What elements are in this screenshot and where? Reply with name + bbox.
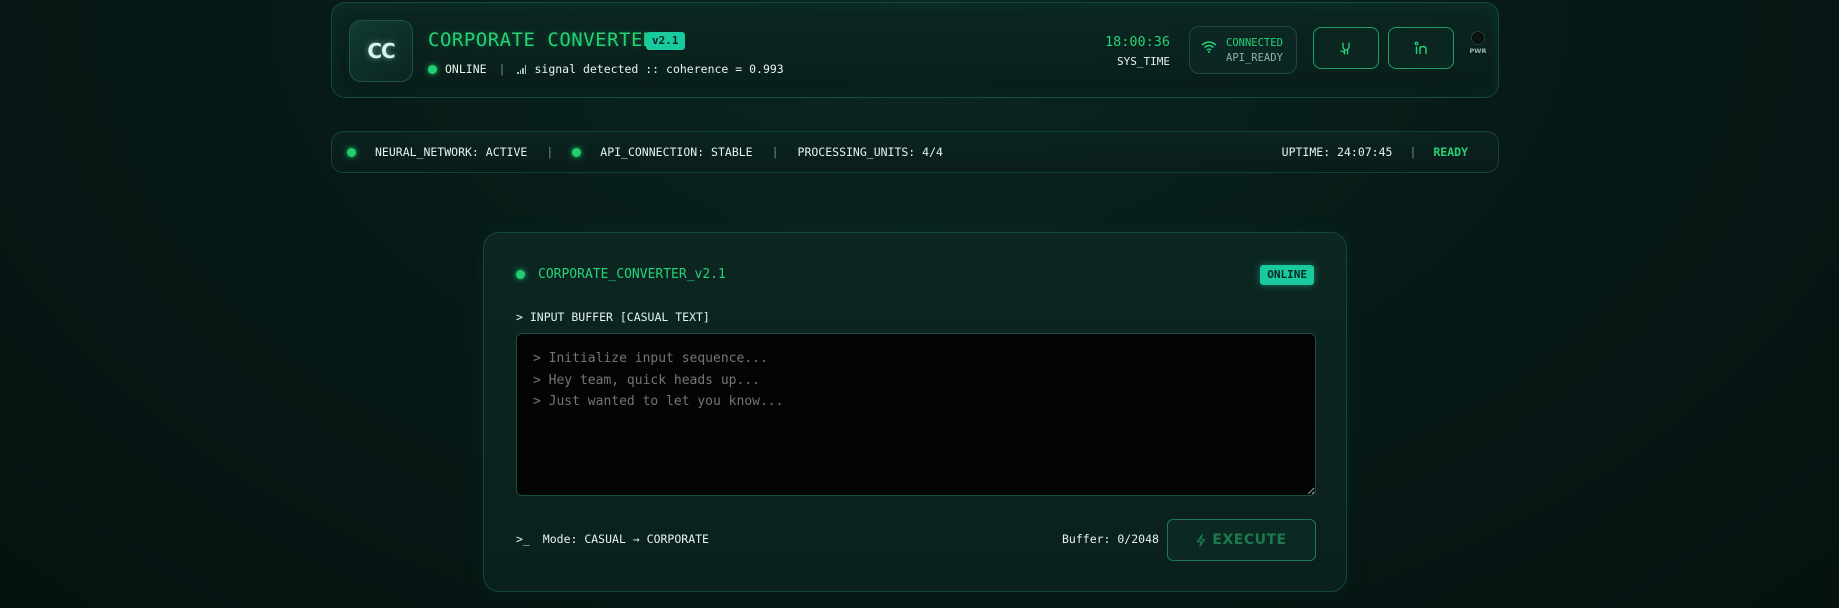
- time-label: SYS_TIME: [1117, 55, 1170, 68]
- panel-title: CORPORATE_CONVERTER_v2.1: [538, 267, 726, 282]
- execute-label: EXECUTE: [1212, 532, 1287, 548]
- terminal-prompt-icon: >_: [516, 532, 530, 546]
- system-status-bar: NEURAL_NETWORK: ACTIVE | API_CONNECTION:…: [331, 131, 1499, 173]
- api-status-dot: [572, 147, 582, 157]
- linkedin-button[interactable]: [1388, 27, 1454, 69]
- converter-panel: CORPORATE_CONVERTER_v2.1 ONLINE > INPUT …: [483, 232, 1347, 592]
- panel-header: CORPORATE_CONVERTER_v2.1: [516, 267, 726, 282]
- app-title: CORPORATE CONVERTER: [428, 29, 655, 51]
- conversion-mode: >_ Mode: CASUAL → CORPORATE: [516, 532, 709, 546]
- ready-status: READY: [1433, 145, 1468, 159]
- neural-network-status: NEURAL_NETWORK: ACTIVE: [375, 145, 528, 159]
- connection-status-box: CONNECTED API_READY: [1189, 26, 1297, 74]
- header-status-line: ONLINE | signal detected :: coherence = …: [428, 61, 784, 77]
- signal-icon: [517, 64, 527, 74]
- separator: |: [771, 145, 779, 159]
- connection-status: CONNECTED: [1226, 37, 1283, 49]
- processing-units: PROCESSING_UNITS: 4/4: [797, 145, 943, 159]
- online-badge: ONLINE: [1260, 265, 1314, 285]
- wifi-icon: [1201, 41, 1217, 53]
- api-connection-status: API_CONNECTION: STABLE: [600, 145, 753, 159]
- casual-text-input[interactable]: [516, 333, 1316, 496]
- app-header: CC CORPORATE CONVERTER v2.1 ONLINE | sig…: [331, 2, 1499, 98]
- github-icon: [1340, 42, 1350, 55]
- time-value: 18:00:36: [1104, 34, 1170, 50]
- github-button[interactable]: [1313, 27, 1379, 69]
- lightning-icon: [1197, 533, 1206, 547]
- buffer-count: Buffer: 0/2048: [1062, 532, 1159, 546]
- signal-text: signal detected :: coherence = 0.993: [534, 62, 784, 76]
- online-indicator-dot: [428, 64, 437, 74]
- power-led: [1471, 31, 1485, 45]
- power-label: PWR: [1469, 47, 1487, 55]
- system-time: 18:00:36 SYS_TIME: [1105, 34, 1170, 68]
- input-buffer-label: > INPUT BUFFER [CASUAL TEXT]: [516, 310, 710, 324]
- separator: |: [546, 145, 554, 159]
- separator: |: [498, 62, 506, 76]
- mode-text: Mode: CASUAL → CORPORATE: [542, 532, 709, 546]
- panel-status-dot: [516, 270, 525, 279]
- neural-status-dot: [347, 147, 356, 157]
- separator: |: [1409, 145, 1417, 159]
- linkedin-icon: [1414, 41, 1427, 54]
- connection-sub: API_READY: [1226, 52, 1283, 64]
- execute-button[interactable]: EXECUTE: [1167, 519, 1316, 561]
- version-badge: v2.1: [646, 32, 685, 50]
- app-logo: CC: [349, 20, 413, 82]
- power-indicator[interactable]: PWR: [1468, 31, 1488, 55]
- logo-text: CC: [367, 39, 395, 63]
- online-status: ONLINE: [445, 62, 487, 76]
- uptime: UPTIME: 24:07:45: [1281, 145, 1393, 159]
